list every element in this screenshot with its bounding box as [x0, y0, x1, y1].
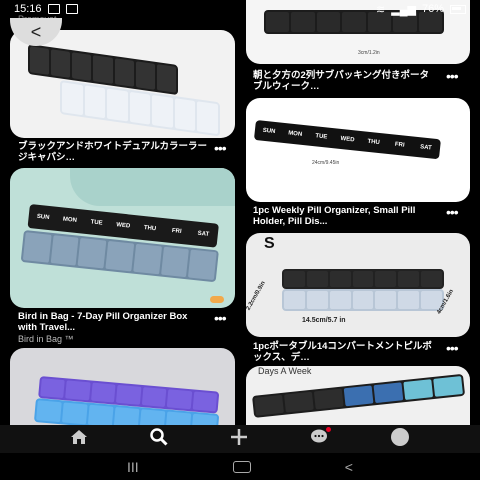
pill-box-14 [282, 269, 444, 289]
more-options-icon[interactable]: ••• [446, 204, 459, 220]
profile-icon[interactable] [390, 427, 409, 451]
pill-box-14-clear [282, 289, 444, 311]
messages-icon[interactable] [310, 426, 332, 450]
notification-icon [47, 4, 60, 14]
more-options-icon[interactable]: ••• [214, 310, 227, 326]
pin-card-6[interactable] [10, 348, 235, 425]
dimension-label: 3cm/1.2in [358, 50, 380, 56]
wifi-icon: ≋ [376, 3, 386, 16]
dimension-label: 14.5cm/5.7 in [302, 317, 346, 324]
avatar [390, 427, 409, 446]
notification-badge [326, 426, 332, 432]
pin-card-1[interactable] [10, 30, 235, 138]
signal-icon: ▂▄▆ [391, 3, 416, 16]
more-options-icon[interactable]: ••• [446, 68, 459, 84]
clock: 15:16 [14, 3, 42, 15]
pin-card-4[interactable]: SUN MON TUE WED THU FRI SAT 24cm/9.45in [246, 98, 470, 202]
dimension-label: 2.2cm/0.9in [246, 280, 267, 312]
more-options-icon[interactable]: ••• [214, 140, 227, 156]
pin-caption-1[interactable]: ブラックアンドホワイトデュアルカラーラージキャパシ… [18, 141, 208, 163]
pill-capsule [210, 296, 224, 303]
search-icon[interactable] [149, 427, 168, 451]
pin-caption-2[interactable]: 朝と夕方の2列サブパッキング付きポータブルウィーク… [253, 70, 438, 92]
pin-card-3[interactable]: SUN MON TUE WED THU FRI SAT [10, 168, 235, 308]
battery-icon [450, 4, 466, 14]
pin-card-5[interactable]: S 14.5cm/5.7 in 2.2cm/0.9in 4cm/1.6in [246, 233, 470, 337]
recents-button[interactable]: III [127, 459, 139, 475]
home-button[interactable] [232, 460, 251, 473]
dimension-label: 24cm/9.45in [312, 160, 340, 166]
pin-caption-4[interactable]: 1pc Weekly Pill Organizer, Small Pill Ho… [253, 205, 438, 227]
more-options-icon[interactable]: ••• [446, 340, 459, 356]
keyboard-decor [70, 168, 235, 206]
create-icon[interactable] [230, 428, 248, 451]
back-arrow-icon: < [30, 21, 42, 42]
size-tag: S [264, 235, 275, 252]
status-bar: 15:16 ≋ ▂▄▆ 76% [0, 0, 480, 18]
home-icon[interactable] [71, 429, 88, 449]
pin-caption-5[interactable]: 1pcポータブル14コンパートメントピルボックス、デ… [253, 341, 438, 363]
gallery-icon [65, 4, 78, 14]
pill-box-multi [252, 373, 466, 418]
pin-source[interactable]: Bird in Bag ™ [18, 334, 74, 344]
battery-percent: 76% [421, 3, 444, 15]
system-back-button[interactable]: < [345, 459, 353, 475]
pill-box-days: SUN MON TUE WED THU FRI SAT [253, 120, 441, 160]
pin-caption-3[interactable]: Bird in Bag - 7-Day Pill Organizer Box w… [18, 311, 208, 333]
card-heading: Days A Week [258, 366, 312, 376]
system-navigation: III < [0, 453, 480, 480]
pin-card-7[interactable]: Days A Week [246, 366, 470, 425]
bottom-navigation [0, 425, 480, 453]
pin-feed: ブラックアンドホワイトデュアルカラーラージキャパシ… ••• 3cm/1.2in… [0, 0, 480, 425]
